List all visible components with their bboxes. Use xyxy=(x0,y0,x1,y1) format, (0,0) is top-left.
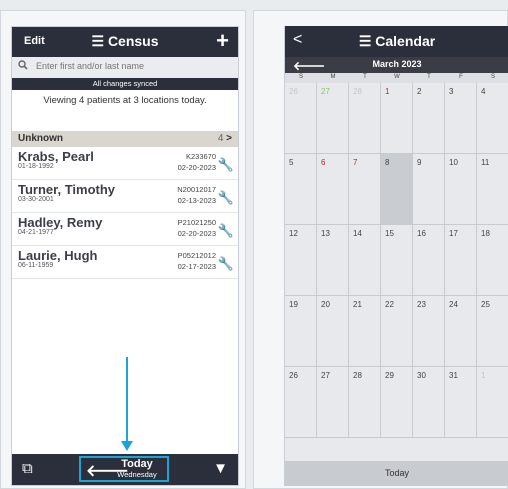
today-button[interactable]: 🡐 Today Wednesday xyxy=(79,456,169,482)
calendar-day-cell[interactable]: 26 xyxy=(285,83,317,154)
left-panel: Edit ☰ Census + All changes synced Viewi… xyxy=(0,10,246,489)
calendar-day-cell[interactable]: 17 xyxy=(445,225,477,296)
calendar-day-cell[interactable]: 15 xyxy=(381,225,413,296)
search-icon xyxy=(18,60,28,72)
patient-row[interactable]: Krabs, Pearl 01-18-1992 K233670 02-20-202… xyxy=(12,147,238,180)
annotation-arrow-head xyxy=(121,441,133,451)
calendar-day-cell[interactable]: 13 xyxy=(317,225,349,296)
calendar-day-cell[interactable]: 19 xyxy=(285,296,317,367)
calendar-day-cell[interactable]: 30 xyxy=(413,367,445,438)
days-of-week-row: SMTWTFS xyxy=(285,73,508,83)
day-of-week-label: F xyxy=(459,74,463,80)
list-icon: ☰ xyxy=(358,33,372,49)
calendar-day-cell[interactable]: 14 xyxy=(349,225,381,296)
calendar-day-cell[interactable]: 27 xyxy=(317,367,349,438)
calendar-day-cell[interactable]: 20 xyxy=(317,296,349,367)
list-icon: ☰ xyxy=(91,33,105,49)
patient-row[interactable]: Turner, Timothy 03-30-2001 N20012017 02-1… xyxy=(12,180,238,213)
census-title: ☰ Census xyxy=(91,33,159,49)
calendar-day-cell[interactable]: 26 xyxy=(285,367,317,438)
calendar-day-cell[interactable]: 21 xyxy=(349,296,381,367)
sync-status: All changes synced xyxy=(12,78,238,90)
calendar-day-cell[interactable]: 16 xyxy=(413,225,445,296)
calendar-day-cell[interactable]: 9 xyxy=(413,154,445,225)
calendar-day-cell[interactable]: 3 xyxy=(445,83,477,154)
patient-date: 02-13-2023 xyxy=(177,196,216,205)
patient-list: Krabs, Pearl 01-18-1992 K233670 02-20-202… xyxy=(12,147,238,279)
day-of-week-label: T xyxy=(363,74,367,80)
day-of-week-label: M xyxy=(330,74,336,80)
calendar-day-cell[interactable]: 23 xyxy=(413,296,445,367)
census-footer: ⧉ 🡐 Today Wednesday ▼ xyxy=(12,454,238,485)
calendar-day-cell[interactable]: 28 xyxy=(349,367,381,438)
day-of-week-label: T xyxy=(427,74,431,80)
search-bar xyxy=(12,57,238,78)
calendar-day-cell[interactable]: 6 xyxy=(317,154,349,225)
today-weekday: Wednesday xyxy=(117,470,157,479)
day-of-week-label: W xyxy=(394,74,400,80)
census-header: Edit ☰ Census + xyxy=(12,27,238,57)
today-label: Today xyxy=(121,458,153,470)
calendar-day-cell[interactable]: 29 xyxy=(381,367,413,438)
calendar-day-cell[interactable]: 8 xyxy=(381,154,413,225)
patient-summary: Viewing 4 patients at 3 locations today. xyxy=(43,95,207,106)
patient-row[interactable]: Laurie, Hugh 06-11-1959 P05212012 02-17-2… xyxy=(12,246,238,279)
calendar-day-cell[interactable]: 28 xyxy=(349,83,381,154)
patient-mrn: K233670 xyxy=(185,152,216,161)
day-of-week-label: S xyxy=(490,74,495,80)
calendar-day-cell[interactable]: 1 xyxy=(477,367,508,438)
patient-mrn: N20012017 xyxy=(177,185,216,194)
calendar-day-cell[interactable]: 18 xyxy=(477,225,508,296)
search-input[interactable] xyxy=(36,61,226,71)
calendar-title: ☰ Calendar xyxy=(358,33,436,49)
wrench-icon[interactable]: 🔧 xyxy=(218,256,234,272)
calendar-day-cell[interactable]: 25 xyxy=(477,296,508,367)
wrench-icon[interactable]: 🔧 xyxy=(218,190,234,206)
calendar-day-cell[interactable]: 27 xyxy=(317,83,349,154)
calendar-day-cell[interactable]: 10 xyxy=(445,154,477,225)
add-patient-button[interactable]: + xyxy=(216,29,229,53)
day-of-week-label: S xyxy=(298,74,303,80)
group-label: Unknown xyxy=(18,133,63,144)
wrench-icon[interactable]: 🔧 xyxy=(218,157,234,173)
calendar-day-cell[interactable]: 12 xyxy=(285,225,317,296)
calendar-today-button[interactable]: Today xyxy=(285,461,508,486)
calendar-screen: < ☰ Calendar 🡐 March 2023 SMTWTFS 26 27 28… xyxy=(284,26,508,486)
annotation-arrow-line xyxy=(126,357,128,443)
filter-icon[interactable]: ▼ xyxy=(213,460,228,477)
copy-icon[interactable]: ⧉ xyxy=(22,460,33,477)
chevron-right-icon: > xyxy=(226,133,232,144)
calendar-day-cell[interactable]: 31 xyxy=(445,367,477,438)
calendar-day-cell[interactable]: 4 xyxy=(477,83,508,154)
calendar-day-cell[interactable]: 2 xyxy=(413,83,445,154)
calendar-day-cell[interactable]: 7 xyxy=(349,154,381,225)
group-count: 4 xyxy=(217,133,224,144)
patient-date: 02-20-2023 xyxy=(177,163,216,172)
census-screen: Edit ☰ Census + All changes synced Viewi… xyxy=(11,26,239,486)
month-bar: 🡐 March 2023 xyxy=(285,57,508,73)
patient-mrn: P05212012 xyxy=(177,251,216,260)
patient-date: 02-17-2023 xyxy=(177,262,216,271)
calendar-day-cell[interactable]: 1 xyxy=(381,83,413,154)
calendar-header: < ☰ Calendar xyxy=(285,26,508,57)
calendar-day-cell[interactable]: 22 xyxy=(381,296,413,367)
calendar-day-cell[interactable]: 5 xyxy=(285,154,317,225)
patient-date: 02-20-2023 xyxy=(177,229,216,238)
right-panel: < ☰ Calendar 🡐 March 2023 SMTWTFS 26 27 28… xyxy=(253,10,508,489)
month-label: March 2023 xyxy=(372,59,422,69)
group-header-unknown[interactable]: Unknown 4 > xyxy=(12,131,238,147)
calendar-day-cell[interactable]: 24 xyxy=(445,296,477,367)
wrench-icon[interactable]: 🔧 xyxy=(218,223,234,239)
patient-row[interactable]: Hadley, Remy 04-21-1977 P21021250 02-20-2… xyxy=(12,213,238,246)
patient-mrn: P21021250 xyxy=(177,218,216,227)
calendar-day-cell[interactable]: 11 xyxy=(477,154,508,225)
